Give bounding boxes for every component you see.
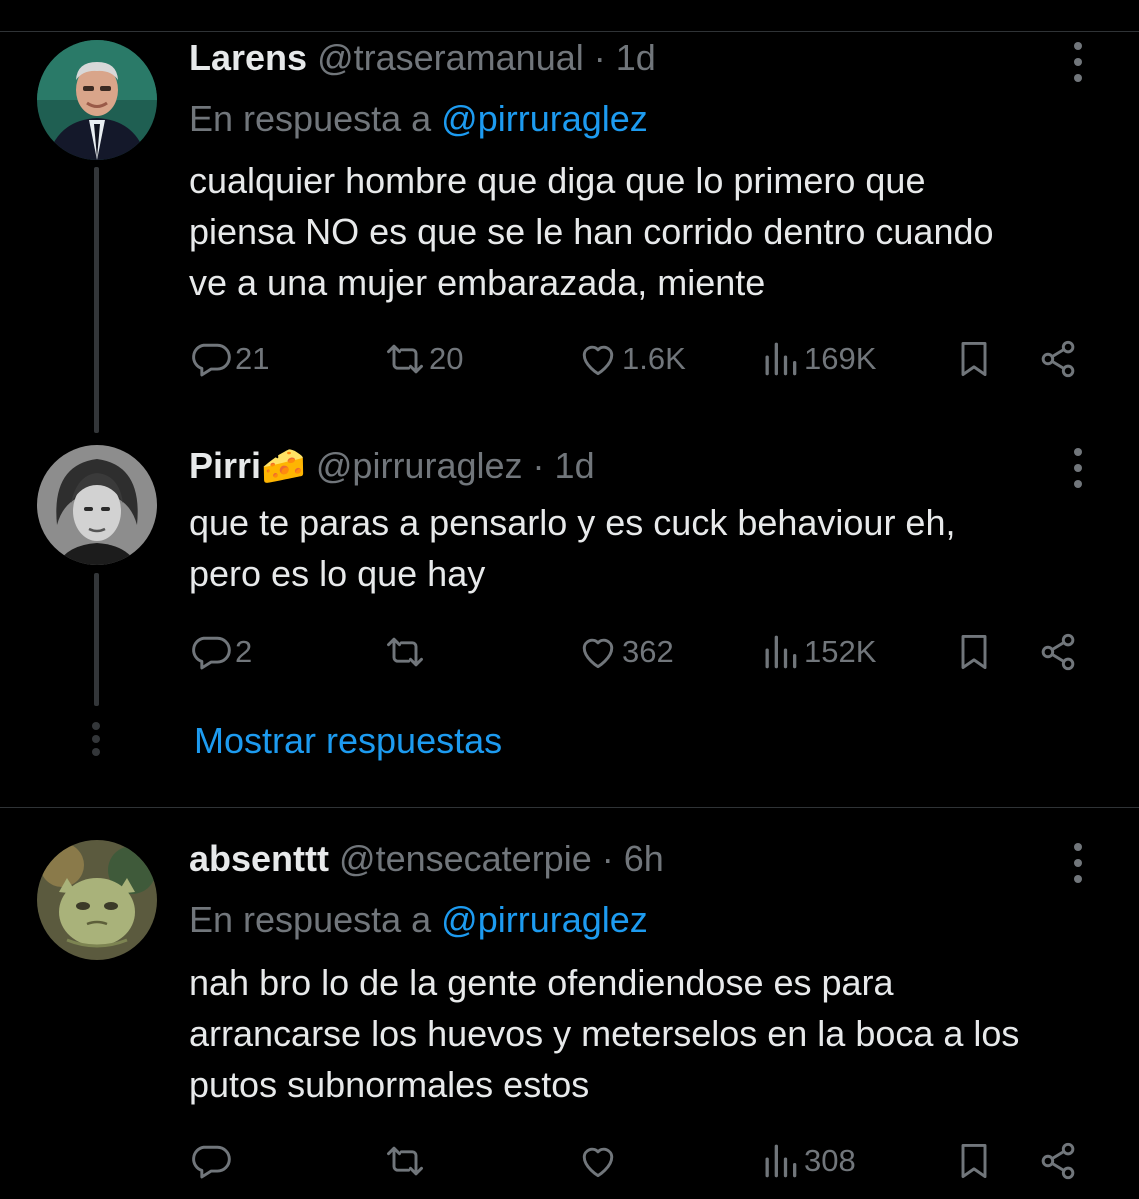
text-line: ve a una mujer embarazada, miente xyxy=(189,262,766,303)
tweet-text: que te paras a pensarlo y es cuck behavi… xyxy=(189,497,1109,599)
like-button[interactable] xyxy=(576,1139,622,1183)
views-button[interactable]: 169K xyxy=(758,337,876,381)
share-icon xyxy=(1041,340,1075,378)
text-line: piensa NO es que se le han corrido dentr… xyxy=(189,211,994,252)
thread-line xyxy=(94,167,99,433)
share-icon xyxy=(1041,633,1075,671)
timestamp[interactable]: 1d xyxy=(616,37,656,78)
cheese-emoji: 🧀 xyxy=(261,445,306,486)
bookmark-icon xyxy=(961,634,987,670)
separator: · xyxy=(593,37,606,78)
reply-prefix: En respuesta a xyxy=(189,98,432,139)
heart-icon xyxy=(582,345,614,376)
thread-dots xyxy=(92,722,101,761)
replying-to: En respuesta a @pirruraglez xyxy=(189,898,648,942)
name-text: Pirri xyxy=(189,445,262,486)
bookmark-button[interactable] xyxy=(952,1139,996,1183)
tweet-header: Larens @traseramanual · 1d xyxy=(189,36,656,80)
avatar-absenttt[interactable] xyxy=(37,840,157,960)
reply-button[interactable]: 2 xyxy=(189,630,252,674)
views-button[interactable]: 152K xyxy=(758,630,876,674)
reply-mention[interactable]: @pirruraglez xyxy=(441,899,648,940)
views-button[interactable]: 308 xyxy=(758,1139,856,1183)
top-divider xyxy=(0,31,1139,32)
share-button[interactable] xyxy=(1036,337,1080,381)
bar-chart-icon xyxy=(765,342,797,376)
separator: · xyxy=(601,838,614,879)
bookmark-button[interactable] xyxy=(952,630,996,674)
repost-button[interactable]: 20 xyxy=(383,337,463,381)
bookmark-icon xyxy=(961,1143,987,1179)
more-vertical-icon[interactable] xyxy=(1064,843,1092,883)
heart-icon xyxy=(582,1147,614,1178)
tweet-text: nah bro lo de la gente ofendiendose es p… xyxy=(189,957,1109,1110)
display-name[interactable]: Larens xyxy=(189,37,307,78)
text-line: arrancarse los huevos y meterselos en la… xyxy=(189,1013,1020,1054)
reply-count: 21 xyxy=(235,341,270,376)
view-count: 308 xyxy=(804,1143,856,1178)
display-name[interactable]: absenttt xyxy=(189,838,329,879)
tweet-header: absenttt @tensecaterpie · 6h xyxy=(189,837,664,881)
heart-icon xyxy=(582,638,614,669)
text-line: putos subnormales estos xyxy=(189,1064,590,1105)
tweet-header: Pirri🧀 @pirruraglez · 1d xyxy=(189,444,595,488)
tweet-text: cualquier hombre que diga que lo primero… xyxy=(189,155,1109,308)
repost-arrows-icon xyxy=(387,637,423,667)
share-icon xyxy=(1041,1142,1075,1180)
speech-bubble-icon xyxy=(192,636,231,670)
replying-to: En respuesta a @pirruraglez xyxy=(189,97,648,141)
text-line: pero es lo que hay xyxy=(189,553,486,594)
like-button[interactable]: 1.6K xyxy=(576,337,686,381)
show-replies-link[interactable]: Mostrar respuestas xyxy=(194,719,502,763)
reply-prefix: En respuesta a xyxy=(189,899,432,940)
user-handle[interactable]: @pirruraglez xyxy=(316,445,523,486)
text-line: cualquier hombre que diga que lo primero… xyxy=(189,160,926,201)
reply-mention[interactable]: @pirruraglez xyxy=(441,98,648,139)
repost-arrows-icon xyxy=(387,1146,423,1176)
separator: · xyxy=(532,445,545,486)
bar-chart-icon xyxy=(765,1144,797,1178)
like-button[interactable]: 362 xyxy=(576,630,674,674)
bookmark-icon xyxy=(961,341,987,377)
share-button[interactable] xyxy=(1036,1139,1080,1183)
view-count: 152K xyxy=(804,634,877,669)
view-count: 169K xyxy=(804,341,877,376)
repost-button[interactable] xyxy=(383,630,429,674)
repost-button[interactable] xyxy=(383,1139,429,1183)
reply-button[interactable] xyxy=(189,1139,235,1183)
repost-arrows-icon xyxy=(387,344,423,374)
user-handle[interactable]: @traseramanual xyxy=(317,37,584,78)
thread-line xyxy=(94,573,99,706)
repost-count: 20 xyxy=(429,341,464,376)
reply-button[interactable]: 21 xyxy=(189,337,269,381)
more-vertical-icon[interactable] xyxy=(1064,448,1092,488)
reply-count: 2 xyxy=(235,634,253,669)
timestamp[interactable]: 1d xyxy=(555,445,595,486)
timestamp[interactable]: 6h xyxy=(624,838,664,879)
speech-bubble-icon xyxy=(192,343,231,377)
more-vertical-icon[interactable] xyxy=(1064,42,1092,82)
bar-chart-icon xyxy=(765,635,797,669)
thread-divider xyxy=(0,807,1139,808)
avatar-larens[interactable] xyxy=(37,40,157,160)
text-line: que te paras a pensarlo y es cuck behavi… xyxy=(189,502,956,543)
like-count: 362 xyxy=(622,634,674,669)
avatar-pirri[interactable] xyxy=(37,445,157,565)
share-button[interactable] xyxy=(1036,630,1080,674)
text-line: nah bro lo de la gente ofendiendose es p… xyxy=(189,962,894,1003)
speech-bubble-icon xyxy=(192,1145,231,1179)
bookmark-button[interactable] xyxy=(952,337,996,381)
user-handle[interactable]: @tensecaterpie xyxy=(339,838,592,879)
like-count: 1.6K xyxy=(622,341,686,376)
display-name[interactable]: Pirri🧀 xyxy=(189,445,306,486)
